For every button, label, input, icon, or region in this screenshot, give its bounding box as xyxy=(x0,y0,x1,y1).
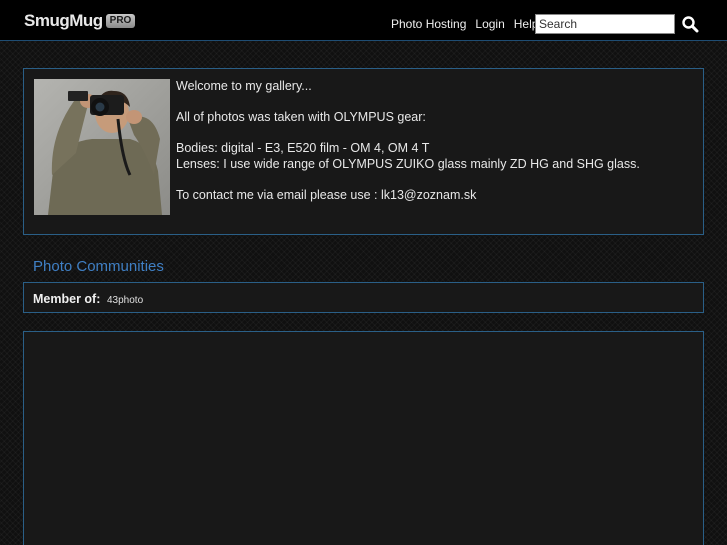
intro-line: Lenses: I use wide range of OLYMPUS ZUIK… xyxy=(176,156,640,171)
intro-line: To contact me via email please use : lk1… xyxy=(176,187,477,202)
smugmug-logo[interactable]: SmugMug PRO xyxy=(24,11,136,31)
nav-login-link[interactable]: Login xyxy=(475,17,504,31)
nav-photo-hosting-link[interactable]: Photo Hosting xyxy=(391,17,466,31)
community-link[interactable]: 43photo xyxy=(107,295,143,306)
member-panel: Member of: 43photo xyxy=(23,282,704,313)
intro-text: Welcome to my gallery... All of photos w… xyxy=(176,79,696,203)
pro-badge: PRO xyxy=(105,14,136,28)
intro-line xyxy=(176,172,696,188)
site-header: SmugMug PRO Photo Hosting Login Help xyxy=(0,0,727,41)
intro-line: Welcome to my gallery... xyxy=(176,79,312,93)
photographer-image xyxy=(34,79,170,215)
intro-line xyxy=(176,95,696,111)
intro-line: All of photos was taken with OLYMPUS gea… xyxy=(176,110,426,124)
photo-communities-title: Photo Communities xyxy=(33,258,164,275)
intro-line: Bodies: digital - E3, E520 film - OM 4, … xyxy=(176,141,430,155)
top-nav: Photo Hosting Login Help xyxy=(391,17,547,31)
logo-text: SmugMug xyxy=(24,11,103,30)
intro-line xyxy=(176,126,696,142)
intro-panel: Welcome to my gallery... All of photos w… xyxy=(23,68,704,235)
search-input[interactable] xyxy=(535,14,675,34)
member-of-label: Member of: xyxy=(33,292,101,306)
profile-photo[interactable] xyxy=(34,79,170,215)
content-panel xyxy=(23,331,704,545)
search-icon[interactable] xyxy=(681,15,699,33)
